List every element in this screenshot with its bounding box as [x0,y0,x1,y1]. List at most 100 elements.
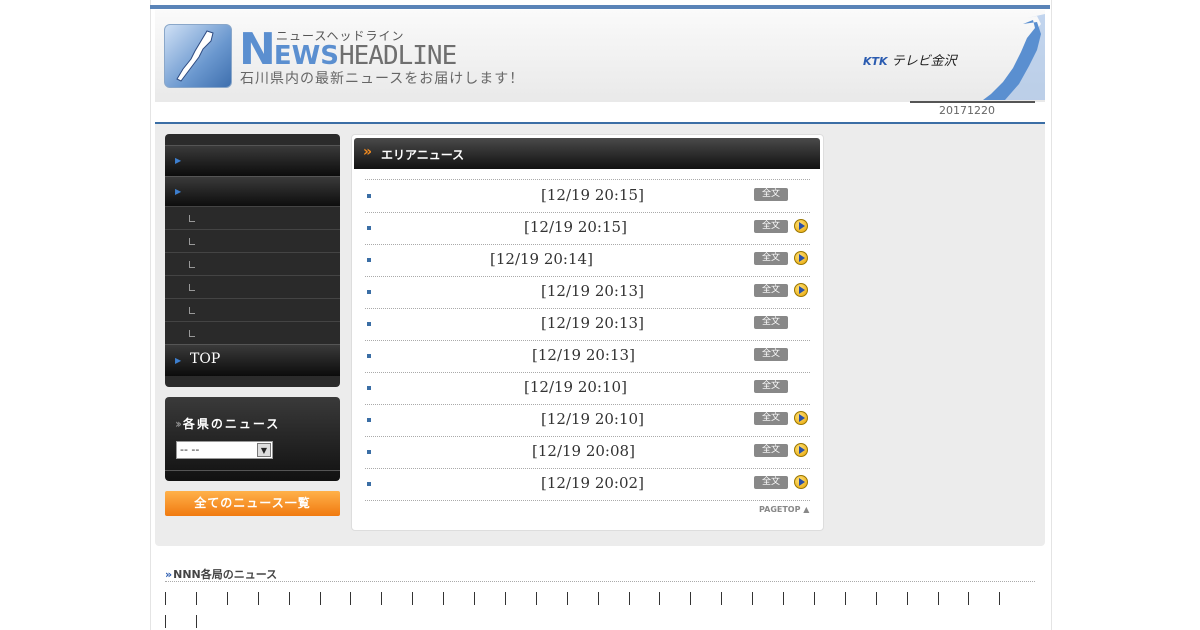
bullet-icon [367,482,371,486]
news-item[interactable]: [12/19 20:08] 全文 [365,436,810,469]
nnn-link-separator [567,592,568,605]
nav-subitem-4[interactable] [165,275,340,298]
full-text-button[interactable]: 全文 [754,380,788,393]
subitem-corner-icon [189,307,195,314]
nav-subitem-6[interactable] [165,321,340,344]
subitem-corner-icon [189,238,195,245]
nnn-link-separator [598,592,599,605]
nnn-link-separator [814,592,815,605]
prefecture-news-title: ›› 各県のニュース [175,415,280,432]
video-play-icon[interactable] [794,443,808,457]
nnn-link-separator [227,592,228,605]
nnn-link-separator [783,592,784,605]
nnn-link-separator [845,592,846,605]
news-time[interactable]: [12/19 20:10] [524,378,627,396]
news-time[interactable]: [12/19 20:13] [532,346,635,364]
nnn-link-separator [690,592,691,605]
nnn-link-separator [350,592,351,605]
news-item[interactable]: [12/19 20:13] 全文 [365,308,810,341]
nnn-link-separator [629,592,630,605]
nnn-link-separator [196,592,197,605]
nav-subitem-5[interactable] [165,298,340,321]
prefecture-news-title-text: 各県のニュース [182,417,281,431]
news-item[interactable]: [12/19 20:02] 全文 [365,468,810,501]
brand-ktk: KTK [863,55,888,68]
nnn-link-separator [752,592,753,605]
nav-arrow-icon: ▶ [175,156,182,165]
bullet-icon [367,418,371,422]
double-chevron-icon: » [165,568,172,581]
bullet-icon [367,258,371,262]
video-play-icon[interactable] [794,411,808,425]
prefecture-news-box: ›› 各県のニュース -- -- ▼ [165,397,340,481]
news-time[interactable]: [12/19 20:14] [490,250,593,268]
double-chevron-icon: » [363,144,372,160]
nav-item-2[interactable]: ▶ [165,176,340,207]
nav-subitem-2[interactable] [165,229,340,252]
news-time[interactable]: [12/19 20:02] [541,474,644,492]
header-subtitle: 石川県内の最新ニュースをお届けします！ [240,71,525,87]
full-text-button[interactable]: 全文 [754,348,788,361]
news-time[interactable]: [12/19 20:15] [524,218,627,236]
full-text-button[interactable]: 全文 [754,220,788,233]
subitem-corner-icon [189,215,195,222]
nnn-link-separator [412,592,413,605]
full-text-button[interactable]: 全文 [754,476,788,489]
date-underline [910,101,1035,103]
nnn-link-separator [968,592,969,605]
nnn-link-separator [536,592,537,605]
news-time[interactable]: [12/19 20:10] [541,410,644,428]
video-play-icon[interactable] [794,475,808,489]
video-play-icon[interactable] [794,283,808,297]
area-news-header: » エリアニュース [354,138,820,169]
dropdown-arrow-icon[interactable]: ▼ [257,443,271,457]
news-time[interactable]: [12/19 20:13] [541,282,644,300]
update-date: 20171220 [939,104,995,117]
nav-item-top[interactable]: ▶ TOP [165,344,340,376]
subitem-corner-icon [189,284,195,291]
nav-arrow-icon: ▶ [175,356,182,365]
nav-subitem-1[interactable] [165,206,340,229]
nav-subitem-3[interactable] [165,252,340,275]
brand-tv-kanazawa: テレビ金沢 [891,54,957,69]
news-item[interactable]: [12/19 20:13] 全文 [365,340,810,373]
subitem-corner-icon [189,261,195,268]
full-text-button[interactable]: 全文 [754,444,788,457]
news-time[interactable]: [12/19 20:13] [541,314,644,332]
prefecture-box-divider [165,470,340,471]
video-play-icon[interactable] [794,219,808,233]
news-item[interactable]: [12/19 20:15] 全文 [365,212,810,245]
side-navigation: ▶ ▶ ▶ TOP [165,134,340,387]
ishikawa-map-icon [983,14,1045,100]
nnn-link-separator [876,592,877,605]
full-text-button[interactable]: 全文 [754,316,788,329]
news-item[interactable]: [12/19 20:10] 全文 [365,372,810,405]
full-text-button[interactable]: 全文 [754,188,788,201]
ktk-brand[interactable]: KTK テレビ金沢 [863,50,957,69]
prefecture-select[interactable]: -- -- ▼ [176,441,273,459]
full-text-button[interactable]: 全文 [754,252,788,265]
nnn-divider [165,581,1035,582]
nnn-link-separator [505,592,506,605]
news-item[interactable]: [12/19 20:15] 全文 [365,180,810,213]
full-text-button[interactable]: 全文 [754,284,788,297]
pagetop-link[interactable]: PAGETOP ▲ [759,505,809,514]
nnn-link-separator [381,592,382,605]
bullet-icon [367,386,371,390]
all-news-button[interactable]: 全てのニュース一覧 [165,491,340,516]
news-item[interactable]: [12/19 20:13] 全文 [365,276,810,309]
ishikawa-logo-icon[interactable] [164,24,232,88]
news-item[interactable]: [12/19 20:14] 全文 [365,244,810,277]
news-time[interactable]: [12/19 20:15] [541,186,644,204]
news-time[interactable]: [12/19 20:08] [532,442,635,460]
nnn-link-separator [907,592,908,605]
full-text-button[interactable]: 全文 [754,412,788,425]
double-chevron-icon: ›› [175,417,182,431]
bullet-icon [367,194,371,198]
logo-headline: HEADLINE [339,41,457,71]
nnn-news-title: » NNN各局のニュース [165,566,277,582]
video-play-icon[interactable] [794,251,808,265]
nav-item-1[interactable]: ▶ [165,145,340,176]
news-item[interactable]: [12/19 20:10] 全文 [365,404,810,437]
logo-ews: EWS [273,41,339,71]
